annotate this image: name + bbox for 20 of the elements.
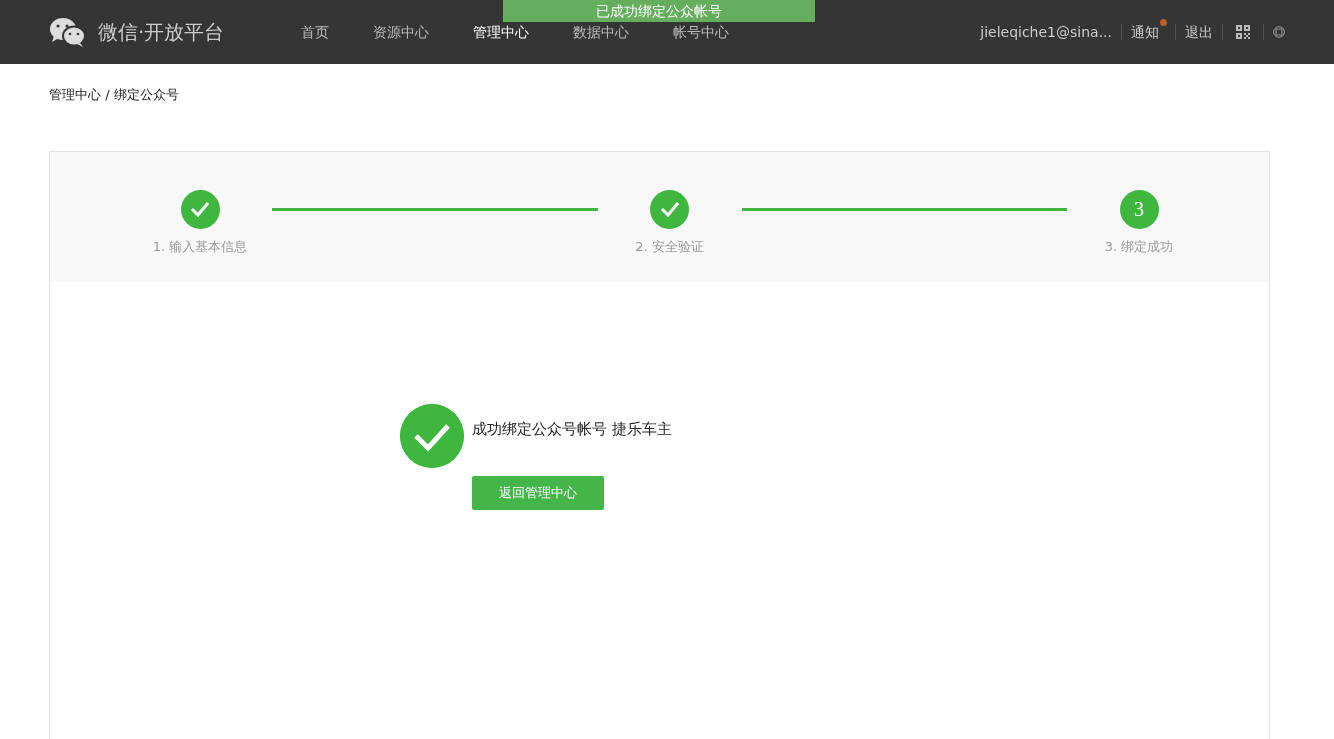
user-account-link[interactable]: jieleqiche1@sina... [980, 21, 1112, 43]
notifications-link[interactable]: 通知 [1131, 21, 1159, 43]
qr-code-icon[interactable] [1236, 25, 1250, 39]
breadcrumb: 管理中心 / 绑定公众号 [48, 86, 180, 104]
nav-link[interactable]: 管理中心 [451, 21, 552, 43]
step-label: 2. 安全验证 [635, 237, 704, 256]
nav-link[interactable]: 首页 [279, 21, 352, 43]
success-check-icon [400, 403, 464, 468]
logout-link[interactable]: 退出 [1185, 21, 1213, 43]
step-label: 3. 绑定成功 [1104, 237, 1174, 256]
nav-link[interactable]: 资源中心 [351, 21, 452, 43]
step-number: 3 [1119, 189, 1159, 229]
step-label: 1. 输入基本信息 [152, 237, 248, 256]
globe-icon[interactable] [1273, 26, 1285, 38]
logo-text: 微信·开放平台 [98, 19, 225, 46]
success-toast: 已成功绑定公众帐号 [503, 0, 815, 22]
chat-bubbles-icon [49, 17, 86, 47]
success-message: 成功绑定公众号帐号 捷乐车主 [472, 418, 672, 440]
nav-link[interactable]: 帐号中心 [651, 21, 752, 43]
nav-link[interactable]: 数据中心 [551, 21, 652, 43]
